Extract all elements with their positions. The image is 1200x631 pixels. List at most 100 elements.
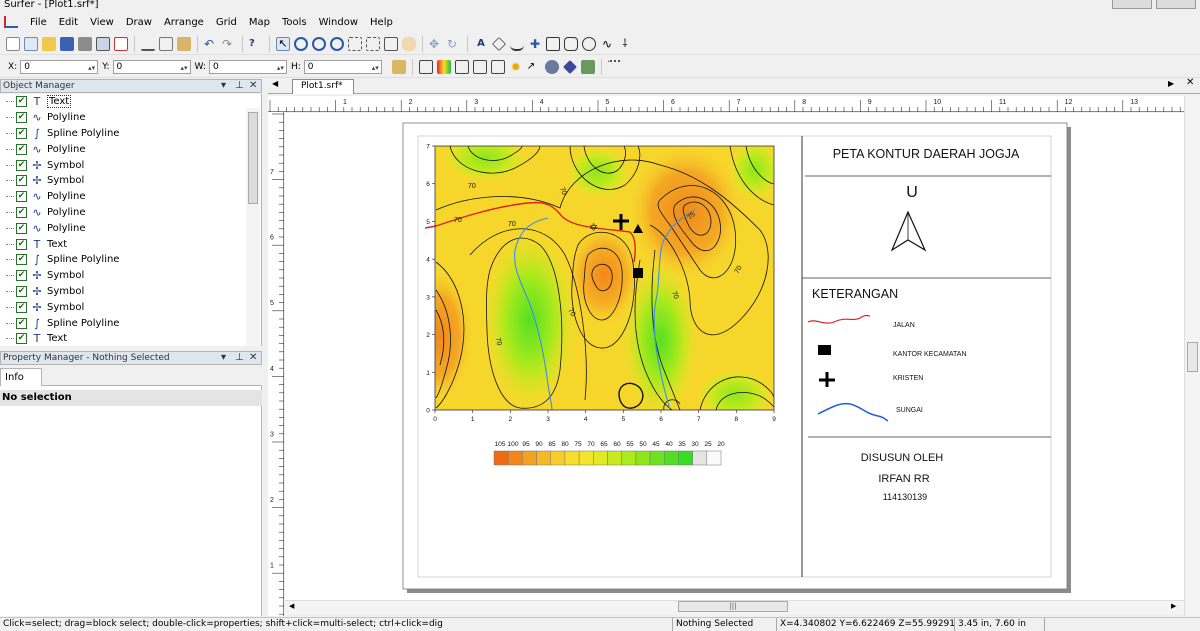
spin-icon[interactable]: ▴▾ bbox=[277, 62, 284, 74]
new-post-map-icon[interactable] bbox=[454, 59, 469, 74]
menu-tools[interactable]: Tools bbox=[276, 17, 313, 28]
new-icon[interactable] bbox=[6, 36, 20, 51]
object-item[interactable]: ✔ ∿ Polyline bbox=[0, 110, 261, 126]
object-item[interactable]: ✔ T Text bbox=[0, 331, 261, 346]
redo-icon[interactable]: ↷ bbox=[222, 37, 236, 51]
pin-icon[interactable]: ⊥ bbox=[235, 80, 244, 92]
x-field[interactable]: 0 ▴▾ bbox=[20, 59, 99, 74]
rotate-icon[interactable]: ↻ bbox=[447, 37, 461, 51]
object-item[interactable]: ✔ ✢ Symbol bbox=[0, 268, 261, 284]
menu-arrange[interactable]: Arrange bbox=[158, 17, 210, 28]
ellipse-tool-icon[interactable] bbox=[582, 36, 596, 51]
symbol-tool-icon[interactable]: ✚ bbox=[528, 37, 542, 51]
new-base-map-icon[interactable] bbox=[418, 59, 433, 74]
y-field[interactable]: 0 ▴▾ bbox=[112, 59, 191, 74]
spin-icon[interactable]: ▴▾ bbox=[88, 62, 95, 74]
visibility-checkbox[interactable]: ✔ bbox=[16, 112, 27, 124]
zoom-in-icon[interactable] bbox=[294, 36, 308, 51]
paste-icon[interactable] bbox=[177, 36, 191, 51]
spline-tool-icon[interactable]: ∿ bbox=[600, 37, 614, 51]
zoom-rect-icon[interactable] bbox=[330, 36, 344, 51]
object-item[interactable]: ✔ ✢ Symbol bbox=[0, 284, 261, 300]
maximize-button[interactable] bbox=[1156, 0, 1196, 9]
app-logo-icon[interactable] bbox=[4, 16, 18, 28]
w-field[interactable]: 0 ▴▾ bbox=[208, 59, 287, 74]
help-icon[interactable]: ? bbox=[249, 37, 263, 51]
object-item[interactable]: ✔ ∿ Polyline bbox=[0, 189, 261, 205]
zoom-actual-icon[interactable] bbox=[384, 36, 398, 51]
visibility-checkbox[interactable]: ✔ bbox=[16, 175, 27, 187]
visibility-checkbox[interactable]: ✔ bbox=[16, 127, 27, 139]
cut-icon[interactable] bbox=[141, 37, 155, 51]
vertical-scrollbar[interactable] bbox=[1184, 96, 1200, 616]
close-document-icon[interactable] bbox=[114, 36, 128, 51]
open-icon[interactable] bbox=[42, 36, 56, 51]
tab-scroll-left-icon[interactable]: ◀ bbox=[272, 79, 278, 88]
panel-dropdown-icon[interactable]: ▾ bbox=[221, 80, 226, 92]
scroll-thumb[interactable] bbox=[248, 112, 258, 204]
object-item[interactable]: ✔ T Text bbox=[0, 94, 261, 110]
menu-view[interactable]: View bbox=[84, 17, 120, 28]
object-item[interactable]: ✔ ✢ Symbol bbox=[0, 299, 261, 315]
menu-grid[interactable]: Grid bbox=[210, 17, 243, 28]
undo-icon[interactable]: ↶ bbox=[204, 37, 218, 51]
spin-icon[interactable]: ▴▾ bbox=[181, 62, 188, 74]
rounded-rectangle-tool-icon[interactable] bbox=[564, 36, 578, 51]
menu-draw[interactable]: Draw bbox=[120, 17, 158, 28]
new-image-map-icon[interactable] bbox=[490, 59, 505, 74]
object-manager-scrollbar[interactable] bbox=[246, 108, 260, 346]
select-arrow-icon[interactable]: ↖ bbox=[276, 36, 290, 51]
new-3d-surface-icon[interactable] bbox=[562, 59, 577, 74]
minimize-button[interactable] bbox=[1112, 0, 1152, 9]
new-classed-post-icon[interactable] bbox=[472, 59, 487, 74]
zoom-extents-icon[interactable] bbox=[366, 36, 380, 51]
visibility-checkbox[interactable]: ✔ bbox=[16, 159, 27, 171]
scroll-thumb[interactable] bbox=[1187, 342, 1198, 372]
new-image-icon[interactable] bbox=[580, 59, 595, 74]
menu-help[interactable]: Help bbox=[364, 17, 399, 28]
object-item[interactable]: ✔ ∫ Spline Polyline bbox=[0, 252, 261, 268]
visibility-checkbox[interactable]: ✔ bbox=[16, 270, 27, 282]
object-item[interactable]: ✔ ✢ Symbol bbox=[0, 157, 261, 173]
grid-data-icon[interactable] bbox=[607, 59, 622, 74]
close-panel-icon[interactable]: ✕ bbox=[249, 80, 257, 92]
menu-window[interactable]: Window bbox=[313, 17, 364, 28]
polyline-tool-icon[interactable] bbox=[510, 37, 524, 51]
new-worksheet-icon[interactable] bbox=[24, 36, 38, 51]
visibility-checkbox[interactable]: ✔ bbox=[16, 96, 27, 108]
visibility-checkbox[interactable]: ✔ bbox=[16, 285, 27, 297]
menu-edit[interactable]: Edit bbox=[53, 17, 84, 28]
visibility-checkbox[interactable]: ✔ bbox=[16, 206, 27, 218]
polygon-tool-icon[interactable] bbox=[492, 36, 506, 51]
reshape-tool-icon[interactable]: ⸸ bbox=[618, 37, 632, 51]
new-vector-map-icon[interactable]: ↗ bbox=[527, 60, 541, 74]
text-tool-icon[interactable]: A bbox=[474, 37, 488, 51]
visibility-checkbox[interactable]: ✔ bbox=[16, 254, 27, 266]
object-item[interactable]: ✔ T Text bbox=[0, 236, 261, 252]
plot-svg[interactable]: 70 70 70 70 70 70 70 70 75 ✡ 0123456789 … bbox=[285, 113, 1184, 603]
scroll-thumb[interactable]: ||| bbox=[678, 601, 788, 612]
visibility-checkbox[interactable]: ✔ bbox=[16, 301, 27, 313]
object-item[interactable]: ✔ ∿ Polyline bbox=[0, 205, 261, 221]
visibility-checkbox[interactable]: ✔ bbox=[16, 191, 27, 203]
object-item[interactable]: ✔ ✢ Symbol bbox=[0, 173, 261, 189]
export-icon[interactable] bbox=[96, 36, 110, 51]
copy-icon[interactable] bbox=[159, 36, 173, 51]
visibility-checkbox[interactable]: ✔ bbox=[16, 222, 27, 234]
visibility-checkbox[interactable]: ✔ bbox=[16, 333, 27, 345]
close-document-icon[interactable]: ✕ bbox=[1186, 77, 1194, 88]
zoom-out-icon[interactable] bbox=[312, 36, 326, 51]
panel-dropdown-icon[interactable]: ▾ bbox=[221, 352, 226, 364]
menu-file[interactable]: File bbox=[24, 17, 53, 28]
pin-icon[interactable]: ⊥ bbox=[235, 352, 244, 364]
object-item[interactable]: ✔ ∿ Polyline bbox=[0, 220, 261, 236]
save-icon[interactable] bbox=[60, 36, 74, 51]
spin-icon[interactable]: ▴▾ bbox=[372, 62, 379, 74]
visibility-checkbox[interactable]: ✔ bbox=[16, 317, 27, 329]
visibility-checkbox[interactable]: ✔ bbox=[16, 143, 27, 155]
object-item[interactable]: ✔ ∿ Polyline bbox=[0, 141, 261, 157]
document-tab[interactable]: Plot1.srf* bbox=[292, 79, 354, 94]
new-shaded-relief-icon[interactable]: ✹ bbox=[509, 60, 523, 74]
h-field[interactable]: 0 ▴▾ bbox=[303, 59, 382, 74]
pan-hand-icon[interactable] bbox=[402, 36, 416, 51]
